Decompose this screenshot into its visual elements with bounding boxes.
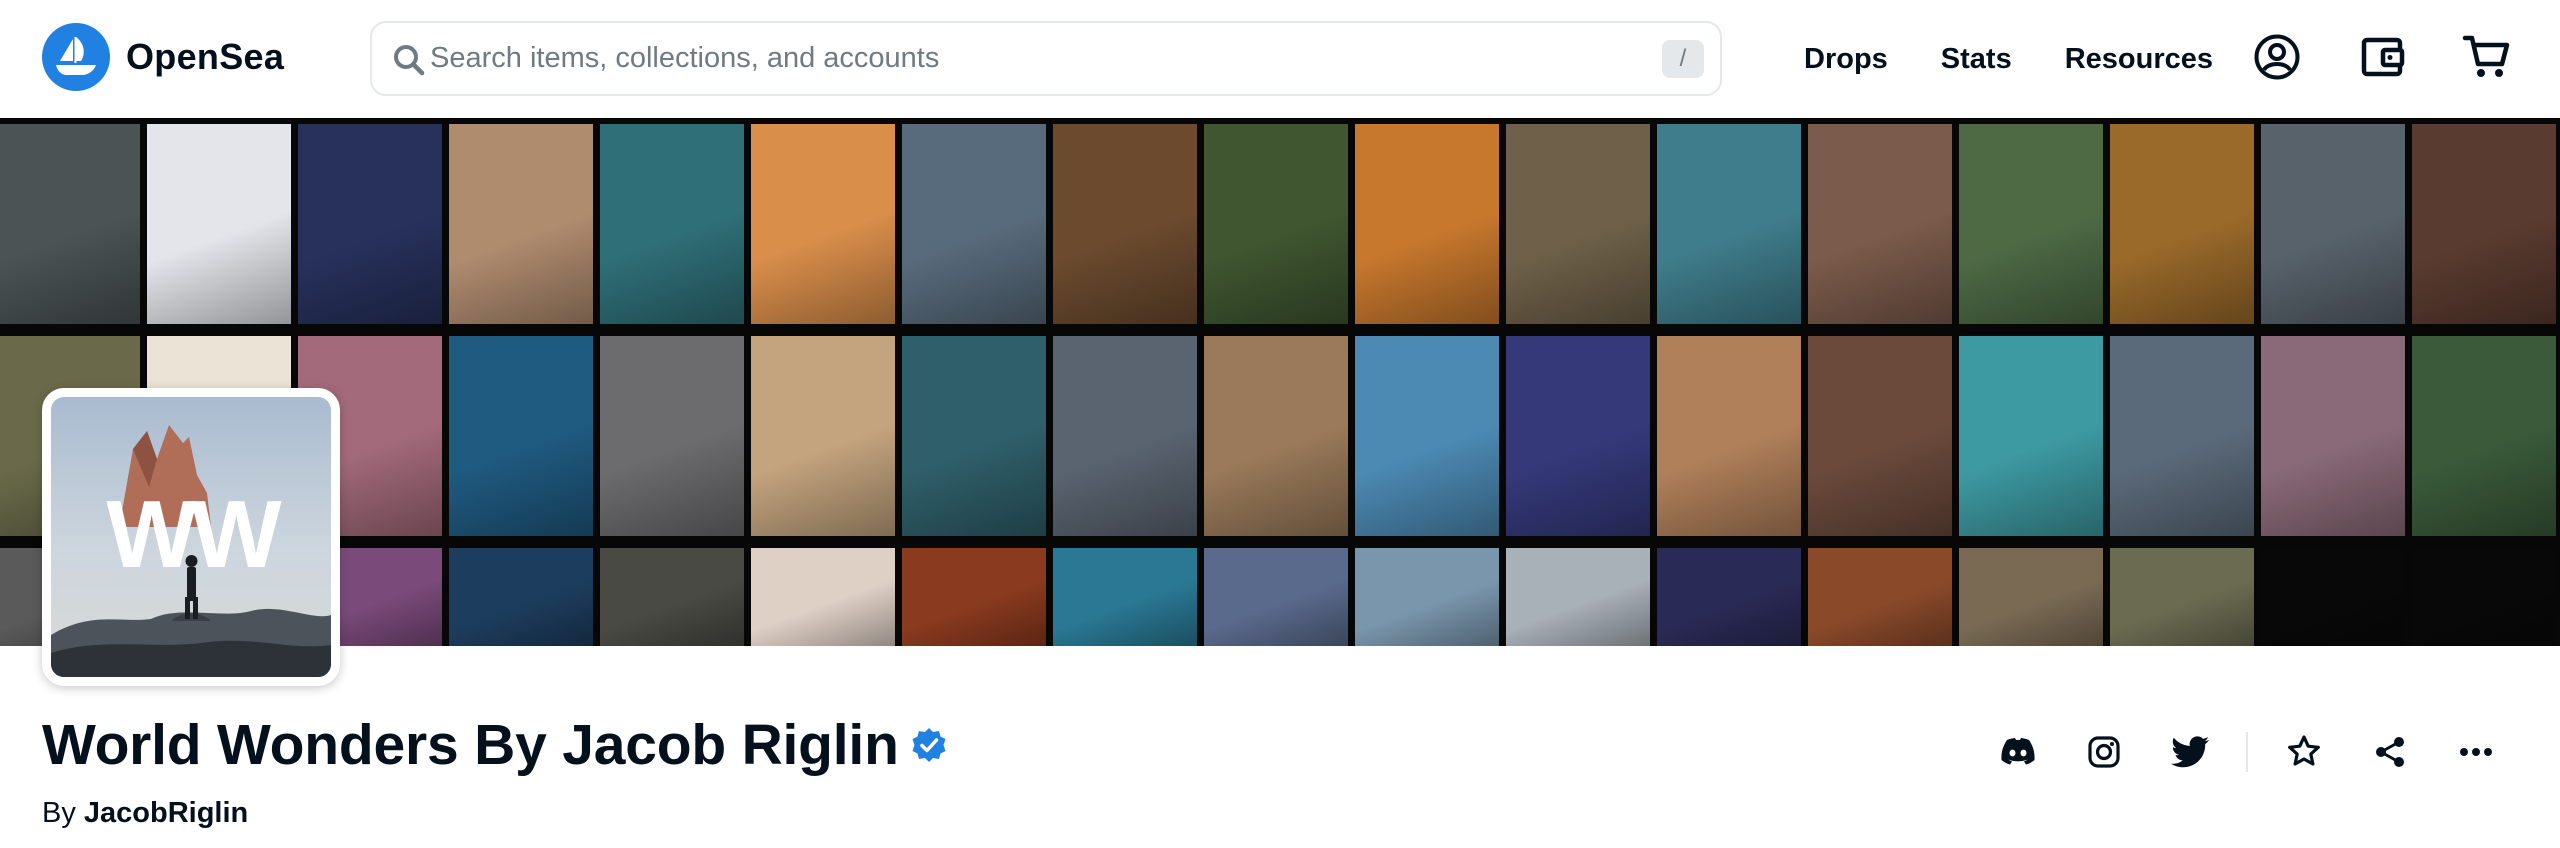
banner-photo-tile (600, 336, 744, 536)
creator-link[interactable]: JacobRiglin (84, 797, 248, 829)
banner-photo-tile (1506, 548, 1650, 646)
banner-photo-tile (1355, 124, 1499, 324)
opensea-logo[interactable]: OpenSea (42, 23, 284, 91)
banner-photo-tile (1053, 336, 1197, 536)
search-bar[interactable]: / (370, 21, 1722, 96)
banner-photo-tile (600, 548, 744, 646)
nav-drops[interactable]: Drops (1804, 43, 1888, 76)
banner-photo-tile (751, 124, 895, 324)
banner-photo-tile (1053, 548, 1197, 646)
banner-photo-tile (2261, 336, 2405, 536)
cart-icon[interactable] (2460, 30, 2514, 84)
banner-photo-tile (1959, 548, 2103, 646)
wallet-icon[interactable] (2356, 30, 2410, 84)
nav-links: Drops Stats Resources (1804, 0, 2266, 118)
nav-resources[interactable]: Resources (2065, 43, 2213, 76)
banner-photo-tile (1355, 548, 1499, 646)
discord-icon[interactable] (1988, 722, 2048, 782)
banner-photo-tile (449, 336, 593, 536)
more-icon[interactable] (2446, 722, 2506, 782)
banner-photo-tile (1808, 124, 1952, 324)
star-icon[interactable] (2274, 722, 2334, 782)
twitter-icon[interactable] (2160, 722, 2220, 782)
banner-photo-tile (449, 124, 593, 324)
banner-photo-tile (600, 124, 744, 324)
banner-photo-tile (2412, 336, 2556, 536)
opensea-ship-icon (42, 23, 110, 91)
banner-photo-tile (2110, 124, 2254, 324)
banner-photo-tile (1808, 548, 1952, 646)
banner-photo-tile (449, 548, 593, 646)
banner-photo-tile (1657, 548, 1801, 646)
banner-photo-tile (1959, 336, 2103, 536)
brand-name: OpenSea (126, 36, 285, 77)
banner-photo-tile (902, 548, 1046, 646)
banner-photo-tile (2110, 548, 2254, 646)
banner-photo-tile (147, 124, 291, 324)
banner-photo-tile (1808, 336, 1952, 536)
banner-photo-tile (1506, 124, 1650, 324)
banner-photo-tile (751, 336, 895, 536)
banner-photo-tile (2412, 124, 2556, 324)
banner-photo-tile (1204, 336, 1348, 536)
banner-photo-tile (1657, 124, 1801, 324)
banner-photo-tile (2110, 336, 2254, 536)
banner-photo-tile (1053, 124, 1197, 324)
search-icon (392, 43, 426, 82)
banner-photo-tile (902, 124, 1046, 324)
banner-photo-tile (0, 124, 140, 324)
banner-photo-tile (1355, 336, 1499, 536)
banner-photo-tile (1204, 124, 1348, 324)
nav-stats[interactable]: Stats (1941, 43, 2012, 76)
top-navigation: OpenSea / Drops Stats Resources (0, 0, 2560, 118)
banner-photo-tile (1506, 336, 1650, 536)
collection-banner (0, 118, 2560, 646)
creator-byline: By JacobRiglin (42, 797, 248, 830)
banner-photo-tile (1657, 336, 1801, 536)
account-icon[interactable] (2250, 30, 2304, 84)
banner-photo-tile (2412, 548, 2556, 646)
byline-prefix: By (42, 797, 76, 829)
banner-photo-tile (2261, 548, 2405, 646)
search-shortcut-key: / (1662, 40, 1704, 78)
collection-actions (0, 722, 2560, 782)
banner-photo-tile (1204, 548, 1348, 646)
actions-divider (2246, 732, 2248, 772)
banner-photo-tile (1959, 124, 2103, 324)
banner-photo-tile (2261, 124, 2405, 324)
banner-photo-tile (751, 548, 895, 646)
share-icon[interactable] (2360, 722, 2420, 782)
avatar-monogram: WW (106, 481, 282, 588)
banner-photo-tile (298, 124, 442, 324)
search-input[interactable] (430, 23, 1630, 94)
collection-avatar: WW (42, 388, 340, 686)
banner-photo-tile (902, 336, 1046, 536)
instagram-icon[interactable] (2074, 722, 2134, 782)
